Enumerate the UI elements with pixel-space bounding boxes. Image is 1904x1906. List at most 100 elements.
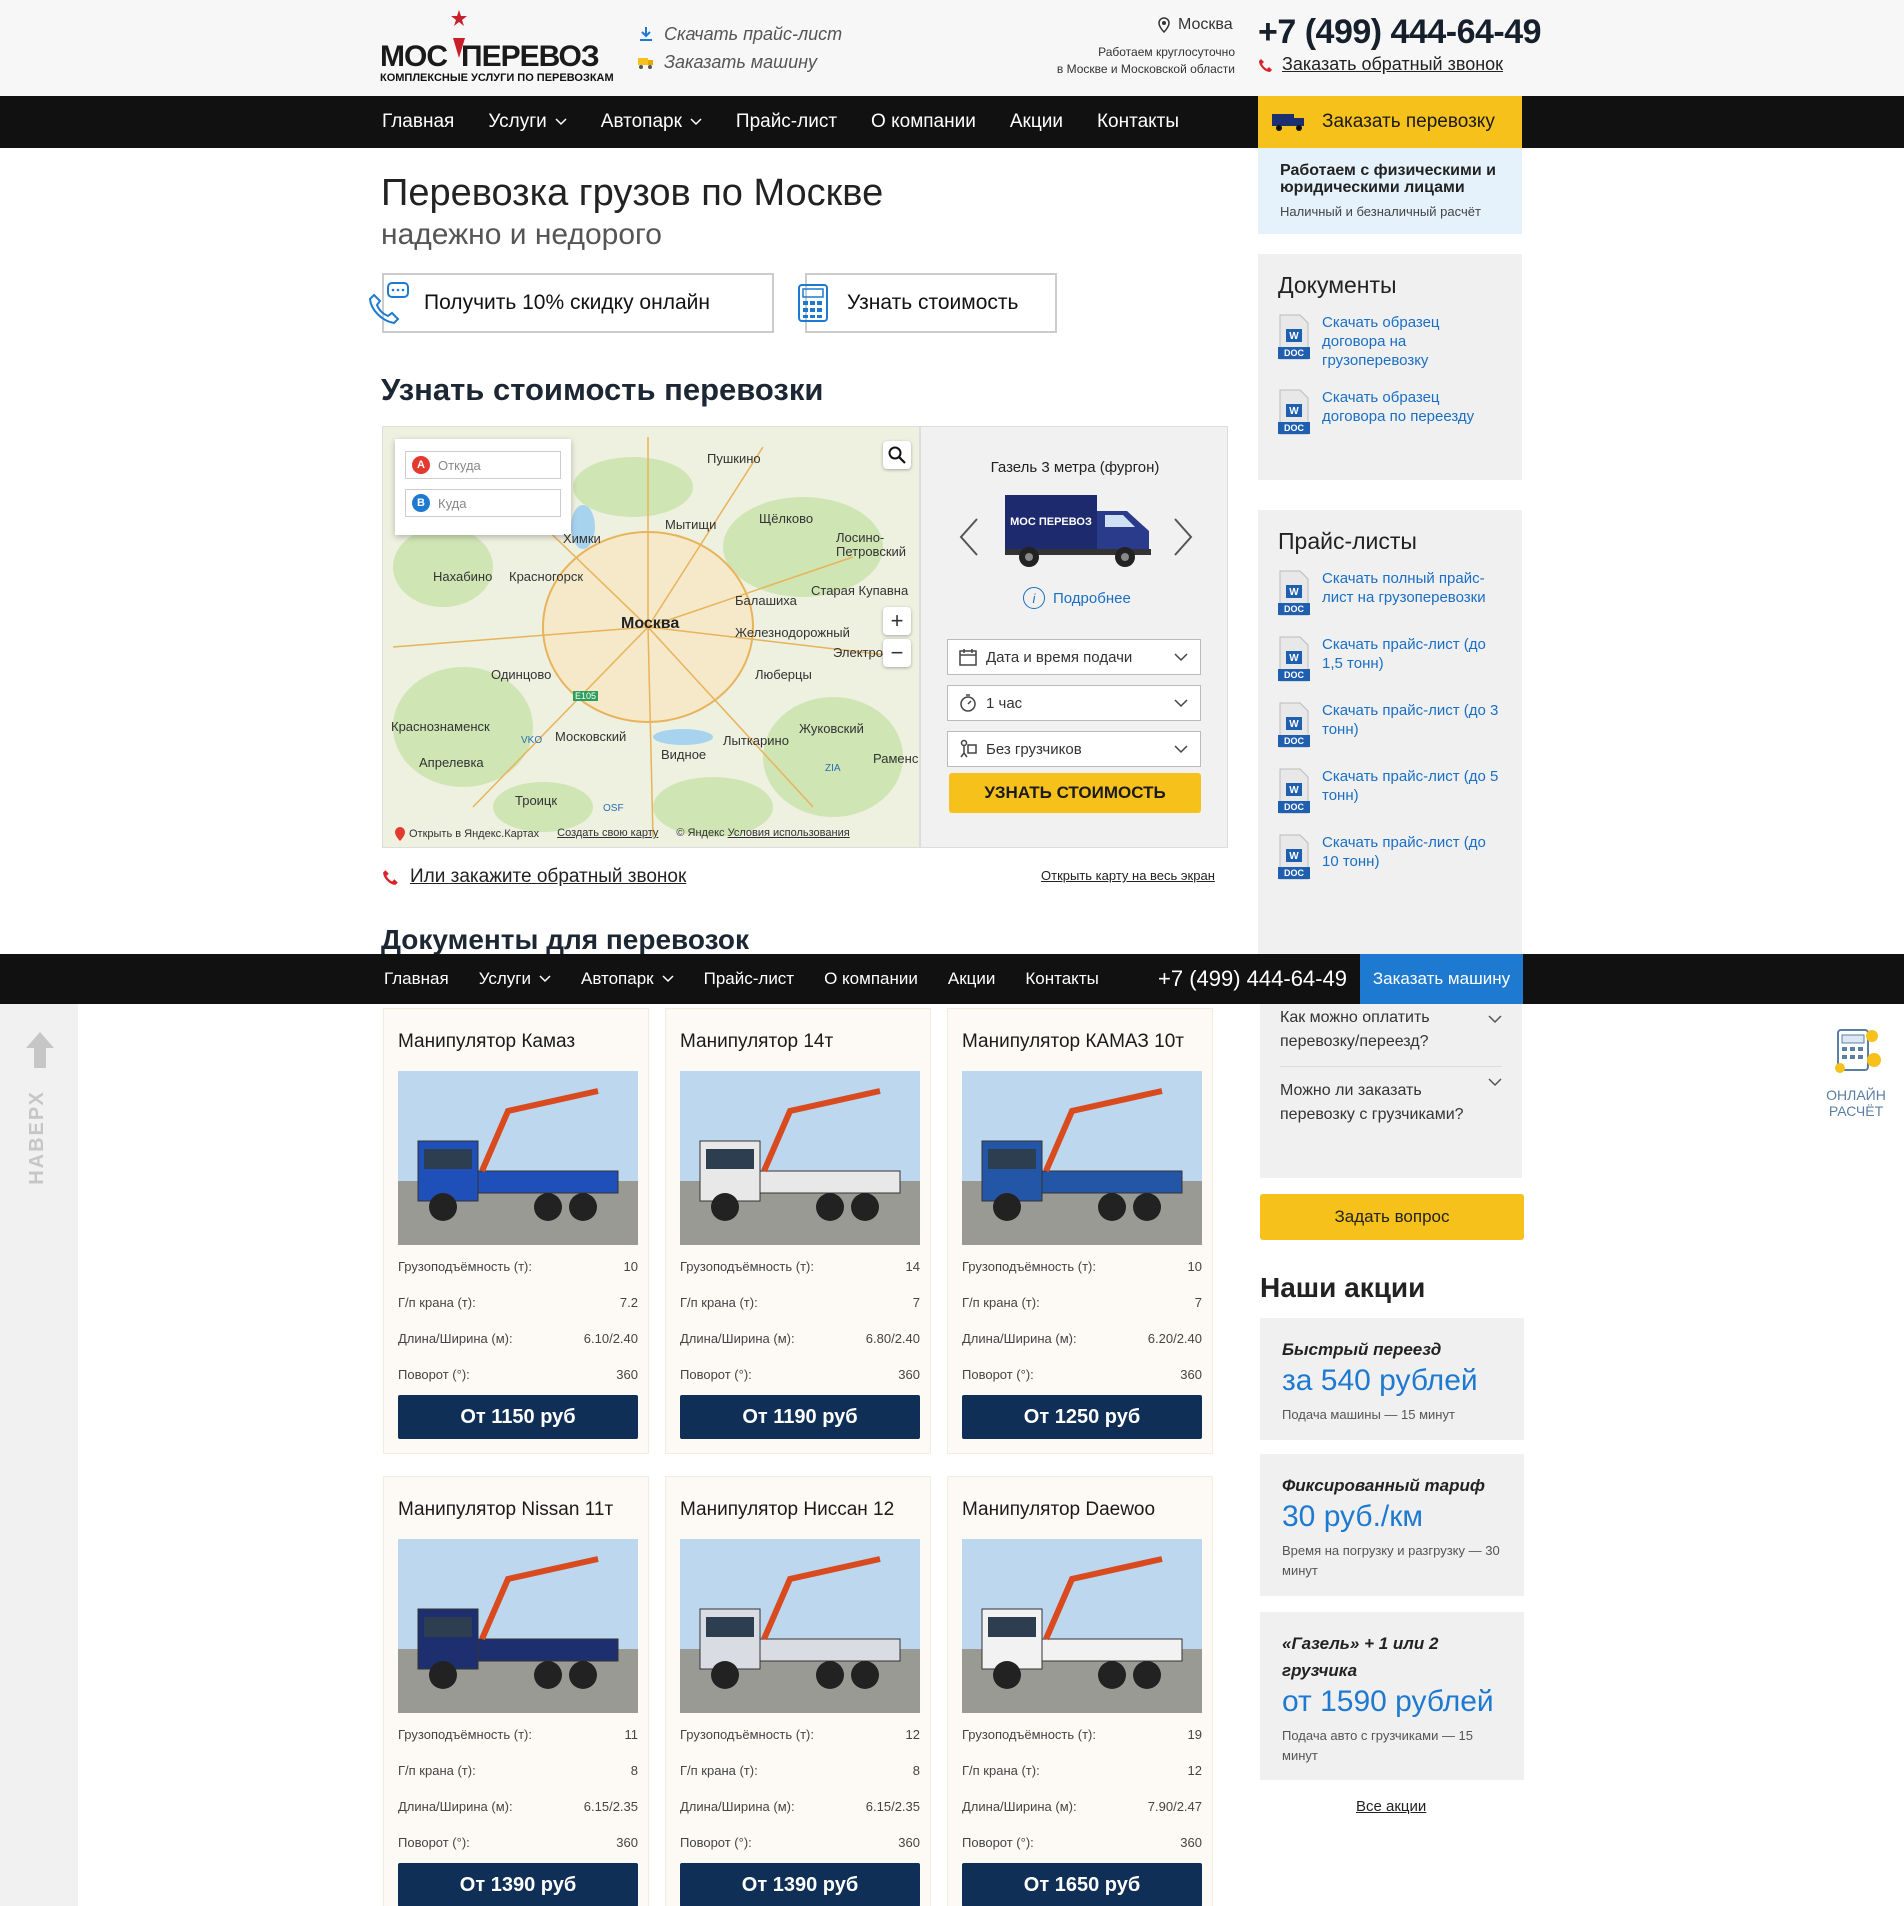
nav-item-services[interactable]: Услуги (488, 111, 567, 133)
spec-label: Грузоподъёмность (т): (680, 1727, 814, 1742)
nav-item-home[interactable]: Главная (382, 111, 454, 133)
spec-label: Г/п крана (т): (680, 1295, 758, 1310)
price-button[interactable]: От 1390 руб (398, 1863, 638, 1906)
promotion-card[interactable]: Фиксированный тариф 30 руб./км Время на … (1260, 1454, 1524, 1596)
vehicle-card[interactable]: Манипулятор Камаз Грузоподъёмность (т): 10… (383, 1008, 649, 1454)
vehicle-card[interactable]: Манипулятор Nissan 11т Грузоподъёмность (… (383, 1476, 649, 1906)
price-button[interactable]: От 1650 руб (962, 1863, 1202, 1906)
plus-icon: + (890, 608, 904, 633)
word-doc-icon: DOC W (1278, 834, 1310, 880)
back-to-top-button[interactable]: НАВЕРХ (24, 1030, 56, 1185)
price-button[interactable]: От 1390 руб (680, 1863, 920, 1906)
sticky-nav-home[interactable]: Главная (384, 969, 449, 989)
header-phone[interactable]: +7 (499) 444-64-49 (1258, 13, 1542, 52)
doc-badge: DOC (1284, 423, 1305, 433)
price-button[interactable]: От 1150 руб (398, 1395, 638, 1439)
doc-letter: W (1289, 719, 1299, 730)
calculate-price-button[interactable]: УЗНАТЬ СТОИМОСТЬ (949, 773, 1201, 813)
spec-value: 12 (905, 1727, 920, 1742)
duration-select[interactable]: 1 час (947, 685, 1201, 721)
faq-item[interactable]: Можно ли заказать перевозку с грузчиками… (1280, 1066, 1502, 1139)
nav-item-fleet[interactable]: Автопарк (601, 111, 702, 133)
date-select[interactable]: Дата и время подачи (947, 639, 1201, 675)
faq-item[interactable]: Как можно оплатить перевозку/переезд? (1280, 1004, 1502, 1066)
discount-button[interactable]: Получить 10% скидку онлайн (368, 273, 774, 333)
terms-link[interactable]: Условия использования (728, 827, 850, 839)
spec-label: Г/п крана (т): (962, 1763, 1040, 1778)
page-subtitle: надежно и недорого (381, 218, 662, 251)
map-label: Люберцы (755, 667, 812, 682)
sticky-nav-about[interactable]: О компании (824, 969, 918, 989)
open-yandex-link[interactable]: Открыть в Яндекс.Картах (395, 827, 539, 841)
map-search-button[interactable] (883, 441, 911, 469)
nav-item-about[interactable]: О компании (871, 111, 976, 133)
map-label: Москва (621, 615, 680, 632)
pricelist-download-link[interactable]: DOC W Скачать прайс-лист (до 3 тонн) (1278, 701, 1502, 749)
map-label: Жуковский (799, 721, 864, 736)
order-car-link[interactable]: Заказать машину (638, 48, 842, 76)
vehicle-photo (680, 1071, 920, 1245)
spec-value: 360 (898, 1367, 920, 1382)
pricelist-download-link[interactable]: DOC W Скачать полный прайс-лист на грузоп… (1278, 569, 1502, 617)
route-map[interactable]: A Откуда B Куда Пушкино Щёлково Мытищи Х… (382, 426, 920, 848)
vehicle-card[interactable]: Манипулятор КАМАЗ 10т Грузоподъёмность (т… (947, 1008, 1213, 1454)
get-price-button[interactable]: Узнать стоимость (798, 273, 1057, 333)
pricelist-download-link[interactable]: DOC W Скачать прайс-лист (до 5 тонн) (1278, 767, 1502, 815)
all-promotions-link[interactable]: Все акции (1356, 1798, 1426, 1815)
download-price-link[interactable]: Скачать прайс-лист (638, 20, 842, 48)
from-field[interactable]: A Откуда (405, 451, 561, 479)
sticky-phone[interactable]: +7 (499) 444-64-49 (1158, 966, 1347, 992)
date-select-value: Дата и время подачи (986, 648, 1133, 666)
sticky-nav-pricelist[interactable]: Прайс-лист (704, 969, 795, 989)
nav-label: О компании (871, 111, 976, 132)
doc-download-link[interactable]: DOC W Скачать образец договора на грузопе… (1278, 313, 1502, 370)
fullscreen-map-link[interactable]: Открыть карту на весь экран (1041, 868, 1215, 883)
online-calc-line-1: ОНЛАЙН (1826, 1087, 1886, 1103)
promotion-card[interactable]: Быстрый переезд за 540 рублей Подача маш… (1260, 1318, 1524, 1440)
spec-label: Г/п крана (т): (398, 1295, 476, 1310)
vehicle-card[interactable]: Манипулятор 14т Грузоподъёмность (т): 14 Г/… (665, 1008, 931, 1454)
route-search-box: A Откуда B Куда (395, 439, 571, 535)
city-selector[interactable]: Москва (1156, 16, 1233, 34)
calculator-title: Узнать стоимость перевозки (381, 372, 824, 407)
truck-icon (1272, 114, 1304, 131)
doc-download-link[interactable]: DOC W Скачать образец договора по переезд… (1278, 388, 1502, 436)
vehicle-card[interactable]: Манипулятор Daewoo Грузоподъёмность (т): 1… (947, 1476, 1213, 1906)
nav-item-contacts[interactable]: Контакты (1097, 111, 1179, 133)
spec-row: Грузоподъёмность (т): 10 (398, 1259, 638, 1274)
vehicle-card-title: Манипулятор Nissan 11т (398, 1499, 614, 1520)
clients-note-sub: Наличный и безналичный расчёт (1280, 204, 1481, 219)
pricelist-download-link[interactable]: DOC W Скачать прайс-лист (до 1,5 тонн) (1278, 635, 1502, 683)
create-map-link[interactable]: Создать свою карту (557, 827, 658, 841)
promotion-price: от 1590 рублей (1282, 1685, 1494, 1718)
documents-title: Документы (1278, 272, 1397, 298)
callback-link[interactable]: Или закажите обратный звонок (382, 866, 686, 888)
callback-link-top[interactable]: Заказать обратный звонок (1258, 54, 1503, 75)
promotion-sub: Время на погрузку и разгрузку — 30 минут (1282, 1543, 1500, 1578)
zoom-out-button[interactable]: − (883, 639, 911, 667)
sticky-order-button[interactable]: Заказать машину (1360, 954, 1523, 1004)
vehicle-card[interactable]: Манипулятор Ниссан 12 Грузоподъёмность (т… (665, 1476, 931, 1906)
ask-question-button[interactable]: Задать вопрос (1260, 1194, 1524, 1240)
promotion-card[interactable]: «Газель» + 1 или 2 грузчика от 1590 рубл… (1260, 1612, 1524, 1780)
prev-arrow-icon[interactable] (957, 517, 981, 557)
nav-item-pricelist[interactable]: Прайс-лист (736, 111, 837, 133)
sticky-nav-contacts[interactable]: Контакты (1025, 969, 1098, 989)
spec-value: 10 (623, 1259, 638, 1274)
pricelist-download-link[interactable]: DOC W Скачать прайс-лист (до 10 тонн) (1278, 833, 1502, 881)
spec-label: Длина/Ширина (м): (962, 1799, 1077, 1814)
price-button[interactable]: От 1250 руб (962, 1395, 1202, 1439)
zoom-in-button[interactable]: + (883, 607, 911, 635)
order-transport-button[interactable]: Заказать перевозку (1258, 96, 1522, 148)
logo[interactable]: МОС ПЕРЕВОЗ КОМПЛЕКСНЫЕ УСЛУГИ ПО ПЕРЕВОЗ… (380, 10, 614, 88)
price-button[interactable]: От 1190 руб (680, 1395, 920, 1439)
sticky-nav-fleet[interactable]: Автопарк (581, 969, 674, 989)
sticky-nav-services[interactable]: Услуги (479, 969, 551, 989)
next-arrow-icon[interactable] (1171, 517, 1195, 557)
nav-item-promotions[interactable]: Акции (1010, 111, 1063, 133)
online-calc-button[interactable]: ОНЛАЙН РАСЧЁТ (1818, 1026, 1894, 1126)
movers-select[interactable]: Без грузчиков (947, 731, 1201, 767)
to-field[interactable]: B Куда (405, 489, 561, 517)
more-details-link[interactable]: i Подробнее (1023, 587, 1131, 609)
sticky-nav-promotions[interactable]: Акции (948, 969, 996, 989)
